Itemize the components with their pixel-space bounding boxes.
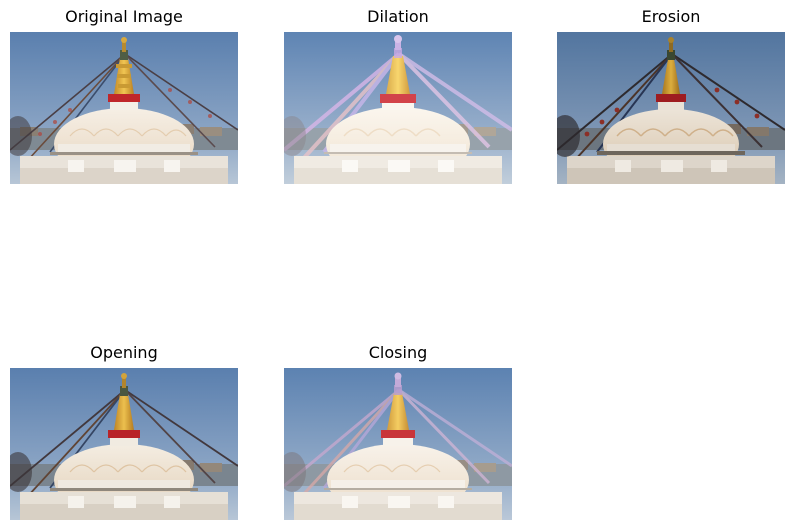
panel-title-closing: Closing	[368, 343, 428, 362]
panel-title-dilation: Dilation	[367, 7, 429, 26]
stupa-image-opening	[10, 368, 238, 520]
stupa-image-closing	[284, 368, 512, 520]
panel-title-opening: Opening	[90, 343, 158, 362]
stupa-image-dilation	[284, 32, 512, 184]
stupa-image-erosion	[557, 32, 785, 184]
stupa-image-original	[10, 32, 238, 184]
panel-title-erosion: Erosion	[641, 7, 701, 26]
panel-title-original: Original Image	[65, 7, 183, 26]
